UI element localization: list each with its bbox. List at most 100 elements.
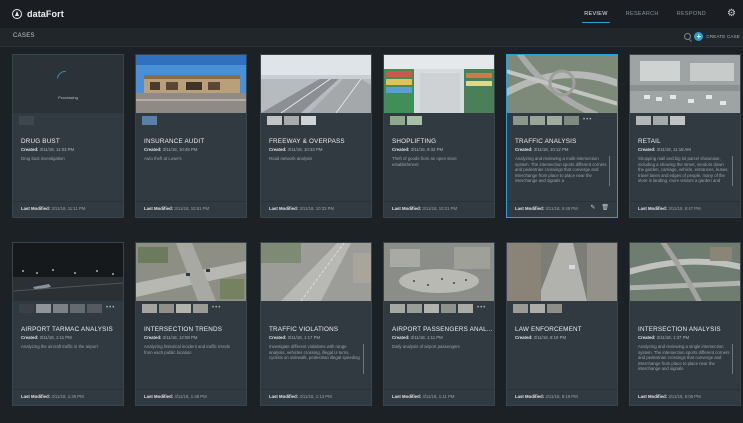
clip-thumbnail[interactable] <box>636 116 651 125</box>
processing-label: Processing <box>58 95 78 100</box>
clip-thumbnail[interactable] <box>547 304 562 313</box>
case-thumbnail[interactable] <box>136 243 246 301</box>
case-thumbnail[interactable] <box>507 55 617 113</box>
case-card[interactable]: LAW ENFORCEMENT Created: 3/11/18, 8:19 PM… <box>506 242 618 406</box>
case-last-modified: Last Modified: 3/11/18, 8:19 PM <box>515 394 578 399</box>
case-description: Investigate different violations with ra… <box>269 344 360 361</box>
case-thumbnail[interactable] <box>630 243 740 301</box>
case-description: Auto theft at Lowe's <box>144 156 182 161</box>
case-description: Analyzing and reviewing a single interse… <box>638 344 730 372</box>
modified-date: 3/11/18, 1:11 PM <box>422 394 455 399</box>
case-thumbnail[interactable] <box>261 55 371 113</box>
modified-label: Last Modified: <box>144 206 174 211</box>
case-card[interactable]: RETAIL Created: 3/11/18, 11:18 AM Shopping… <box>629 54 741 218</box>
description-scrollbar[interactable] <box>608 156 610 186</box>
gear-icon[interactable]: ⚙ <box>727 9 736 19</box>
case-last-modified: Last Modified: 3/11/18, 1:36 PM <box>21 394 84 399</box>
clip-thumbnail[interactable] <box>267 116 282 125</box>
tab-research[interactable]: RESEARCH <box>617 0 668 28</box>
clip-thumbnail[interactable] <box>513 116 528 125</box>
clip-thumbnail[interactable] <box>424 304 439 313</box>
case-thumbnail[interactable] <box>630 55 740 113</box>
case-card[interactable]: INSURANCE AUDIT Created: 3/11/18, 10:45 P… <box>135 54 247 218</box>
case-created: Created: 3/11/18, 1:11 PM <box>21 335 72 340</box>
created-date: 3/11/18, 11:18 AM <box>656 147 691 152</box>
clip-thumbnail[interactable] <box>36 304 51 313</box>
description-scrollbar[interactable] <box>731 344 733 374</box>
clip-thumbnail[interactable] <box>458 304 473 313</box>
clip-thumbnail[interactable] <box>441 304 456 313</box>
case-card[interactable]: INTERSECTION ANALYSIS Created: 3/11/18, 1… <box>629 242 741 406</box>
case-thumbnail[interactable] <box>136 55 246 113</box>
description-scrollbar[interactable] <box>362 344 364 374</box>
clip-thumbnail[interactable] <box>530 116 545 125</box>
created-label: Created: <box>269 147 287 152</box>
clip-thumbnail[interactable] <box>390 116 405 125</box>
created-label: Created: <box>269 335 287 340</box>
search-icon[interactable] <box>684 33 691 40</box>
case-last-modified: Last Modified: 3/11/18, 6:47 PM <box>638 206 701 211</box>
case-thumbnail[interactable]: Processing <box>13 55 123 113</box>
clip-thumbnail[interactable] <box>70 304 85 313</box>
more-clips-icon[interactable]: ••• <box>477 304 486 313</box>
case-title: INTERSECTION TRENDS <box>144 326 223 333</box>
case-created: Created: 3/11/18, 8:19 PM <box>515 335 566 340</box>
trash-icon[interactable]: 🗑 <box>601 205 609 211</box>
clip-thumbnail[interactable] <box>284 116 299 125</box>
clip-thumbnail[interactable] <box>301 116 316 125</box>
more-clips-icon[interactable]: ••• <box>212 304 221 313</box>
clip-thumbnail[interactable] <box>670 116 685 125</box>
clip-thumbnail[interactable] <box>142 304 157 313</box>
case-title: TRAFFIC ANALYSIS <box>515 138 577 145</box>
clip-thumbnail[interactable] <box>653 116 668 125</box>
clip-thumbnail[interactable] <box>407 116 422 125</box>
clip-thumbnail[interactable] <box>513 304 528 313</box>
case-thumbnail[interactable] <box>261 243 371 301</box>
case-title: AIRPORT TARMAC ANALYSIS <box>21 326 113 333</box>
app-logo[interactable]: dataFort <box>12 9 64 19</box>
case-last-modified: Last Modified: 3/11/18, 10:21 PM <box>392 206 457 211</box>
card-divider <box>507 389 617 390</box>
edit-icon[interactable]: ✎ <box>590 205 595 211</box>
case-card[interactable]: FREEWAY & OVERPASS Created: 3/11/18, 10:3… <box>260 54 372 218</box>
case-thumbnail[interactable] <box>384 243 494 301</box>
card-divider <box>261 389 371 390</box>
tab-review[interactable]: REVIEW <box>575 0 617 28</box>
clip-thumbnail[interactable] <box>407 304 422 313</box>
more-clips-icon[interactable]: ••• <box>583 116 592 125</box>
created-date: 3/11/18, 1:37 PM <box>656 335 690 340</box>
case-card[interactable]: SHOPLIFTING Created: 3/11/18, 9:32 PM Thef… <box>383 54 495 218</box>
clip-thumbnail[interactable] <box>53 304 68 313</box>
clip-thumbnail[interactable] <box>19 116 34 125</box>
clip-thumbnail[interactable] <box>547 116 562 125</box>
case-card[interactable]: ••• AIRPORT TARMAC ANALYSIS Created: 3/11/… <box>12 242 124 406</box>
case-card[interactable]: ••• TRAFFIC ANALYSIS Created: 3/11/18, 10:… <box>506 54 618 218</box>
case-thumbnail[interactable] <box>13 243 123 301</box>
case-last-modified: Last Modified: 3/11/18, 10:33 PM <box>269 206 334 211</box>
case-card[interactable]: Processing DRUG BUST Created: 3/11/18, 11:… <box>12 54 124 218</box>
case-title: AIRPORT PASSENGERS ANAL... <box>392 326 493 333</box>
clip-thumbnail[interactable] <box>176 304 191 313</box>
modified-date: 3/11/18, 6:47 PM <box>668 206 701 211</box>
clip-thumbnail[interactable] <box>193 304 208 313</box>
create-case-button[interactable]: + CREATE CASE <box>694 32 740 41</box>
clip-thumbnail[interactable] <box>159 304 174 313</box>
clip-thumbnail[interactable] <box>87 304 102 313</box>
case-card[interactable]: ••• INTERSECTION TRENDS Created: 3/11/18, … <box>135 242 247 406</box>
clip-thumbnail[interactable] <box>564 116 579 125</box>
clip-thumbnail[interactable] <box>530 304 545 313</box>
case-card[interactable]: TRAFFIC VIOLATIONS Created: 3/11/18, 1:17… <box>260 242 372 406</box>
more-clips-icon[interactable]: ••• <box>106 304 115 313</box>
clip-thumbnail[interactable] <box>390 304 405 313</box>
case-card[interactable]: ••• AIRPORT PASSENGERS ANAL... Created: 3/… <box>383 242 495 406</box>
modified-label: Last Modified: <box>638 206 668 211</box>
clip-thumbnail[interactable] <box>19 304 34 313</box>
case-thumbnail[interactable] <box>384 55 494 113</box>
case-thumbnail[interactable] <box>507 243 617 301</box>
modified-date: 3/11/18, 6:05 PM <box>668 394 701 399</box>
tab-respond[interactable]: RESPOND <box>668 0 715 28</box>
case-title: INSURANCE AUDIT <box>144 138 205 145</box>
clip-thumbnail[interactable] <box>142 116 157 125</box>
modified-label: Last Modified: <box>269 394 299 399</box>
description-scrollbar[interactable] <box>731 156 733 186</box>
